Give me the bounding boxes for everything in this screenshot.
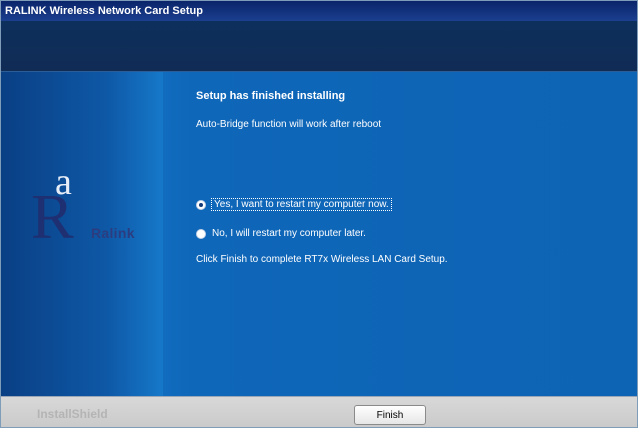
radio-checked-icon[interactable]	[196, 199, 206, 210]
page-title: Setup has finished installing	[196, 90, 346, 102]
window-title: RALINK Wireless Network Card Setup	[5, 5, 203, 17]
restart-now-label[interactable]: Yes, I want to restart my computer now.	[211, 198, 392, 211]
restart-now-option[interactable]: Yes, I want to restart my computer now.	[196, 198, 392, 211]
title-bar: RALINK Wireless Network Card Setup	[1, 1, 637, 21]
restart-later-label[interactable]: No, I will restart my computer later.	[212, 228, 366, 239]
finish-button[interactable]: Finish	[354, 405, 426, 425]
page-subtitle: Auto-Bridge function will work after reb…	[196, 119, 382, 130]
ralink-logo: a R Ralink	[21, 163, 161, 257]
logo-letter-r: R	[31, 181, 74, 252]
radio-unchecked-icon[interactable]	[196, 228, 206, 239]
left-panel: a R Ralink	[1, 72, 163, 396]
setup-window: RALINK Wireless Network Card Setup a R R…	[0, 0, 638, 428]
header-banner	[1, 21, 637, 72]
brand-name: Ralink	[91, 225, 135, 241]
main-panel: a R Ralink Setup has finished installing…	[1, 72, 637, 396]
instruction-text: Click Finish to complete RT7x Wireless L…	[196, 254, 448, 265]
footer-bar: InstallShield Finish	[1, 396, 637, 427]
content-area: Setup has finished installing Auto-Bridg…	[196, 72, 616, 396]
installshield-brand: InstallShield	[37, 407, 108, 421]
restart-later-option[interactable]: No, I will restart my computer later.	[196, 228, 366, 239]
